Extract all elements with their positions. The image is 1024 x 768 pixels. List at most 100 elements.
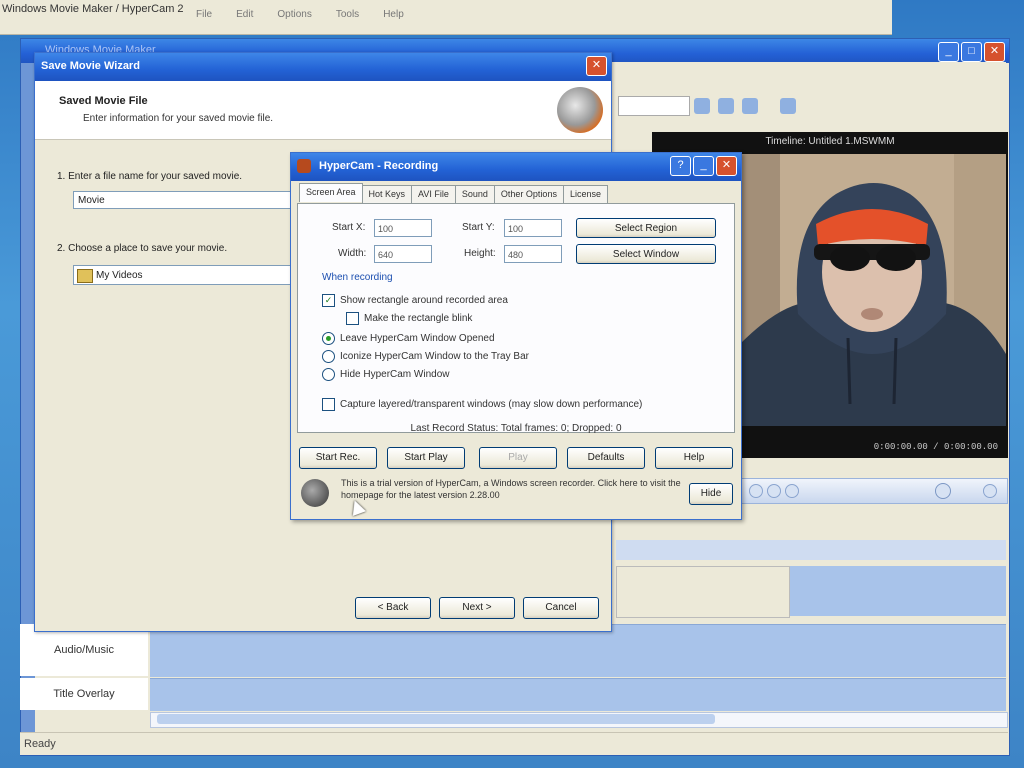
- collection-dropdown[interactable]: [618, 96, 690, 116]
- next-button[interactable]: Next >: [439, 597, 515, 619]
- timeline-track-video[interactable]: [790, 566, 1006, 616]
- tab-screen-area[interactable]: Screen Area: [299, 183, 363, 202]
- up-folder-icon[interactable]: [694, 98, 710, 114]
- back-button[interactable]: < Back: [355, 597, 431, 619]
- location-prompt: 2. Choose a place to save your movie.: [57, 243, 228, 254]
- tab-other-options[interactable]: Other Options: [493, 185, 564, 204]
- tab-sound[interactable]: Sound: [454, 185, 495, 204]
- hypercam-title: HyperCam - Recording: [319, 160, 439, 172]
- background-app-bar: Windows Movie Maker / HyperCam 2 File Ed…: [0, 0, 892, 35]
- cancel-button[interactable]: Cancel: [523, 597, 599, 619]
- height-input[interactable]: 480: [504, 245, 562, 263]
- leave-window-opened-option[interactable]: Leave HyperCam Window Opened: [322, 332, 495, 345]
- radio-icon[interactable]: [322, 368, 335, 381]
- menu-tools[interactable]: Tools: [336, 9, 359, 20]
- start-play-button[interactable]: Start Play: [387, 447, 465, 469]
- wizard-header-subtitle: Enter information for your saved movie f…: [83, 113, 274, 124]
- menu-file[interactable]: File: [196, 9, 212, 20]
- start-rec-button[interactable]: Start Rec.: [299, 447, 377, 469]
- menu-help[interactable]: Help: [383, 9, 404, 20]
- status-text: Ready: [24, 738, 56, 750]
- wizard-titlebar[interactable]: Save Movie Wizard ✕: [35, 53, 611, 81]
- wizard-close-icon[interactable]: ✕: [586, 56, 607, 76]
- trial-notice[interactable]: This is a trial version of HyperCam, a W…: [341, 477, 691, 501]
- wizard-header-title: Saved Movie File: [59, 95, 148, 107]
- fullscreen-icon[interactable]: [983, 484, 997, 498]
- capture-layered-option[interactable]: Capture layered/transparent windows (may…: [322, 398, 642, 411]
- option-label: Iconize HyperCam Window to the Tray Bar: [340, 351, 529, 362]
- hypercam-titlebar[interactable]: HyperCam - Recording ? _ ✕: [291, 153, 741, 181]
- hypercam-logo-icon: [301, 479, 329, 507]
- stop-icon[interactable]: [767, 484, 781, 498]
- screen-area-panel: Start X: 100 Start Y: 100 Width: 640 Hei…: [297, 203, 735, 433]
- last-record-status: Last Record Status: Total frames: 0; Dro…: [410, 423, 622, 434]
- close-icon[interactable]: ✕: [984, 42, 1005, 62]
- select-region-button[interactable]: Select Region: [576, 218, 716, 238]
- help-button[interactable]: Help: [655, 447, 733, 469]
- minimize-icon[interactable]: _: [938, 42, 959, 62]
- webcam-person-image: [740, 154, 1006, 426]
- scrollbar-thumb[interactable]: [157, 714, 715, 724]
- hypercam-minimize-icon[interactable]: _: [693, 156, 714, 176]
- timeline-clip[interactable]: [616, 566, 790, 618]
- hide-button[interactable]: Hide: [689, 483, 733, 505]
- hypercam-help-icon[interactable]: ?: [670, 156, 691, 176]
- hypercam-tabs: Screen Area Hot Keys AVI File Sound Othe…: [299, 183, 608, 204]
- movie-reel-icon: [557, 87, 603, 133]
- start-y-label: Start Y:: [462, 222, 495, 233]
- start-y-input[interactable]: 100: [504, 219, 562, 237]
- timeline-scrollbar[interactable]: [150, 712, 1008, 728]
- radio-icon[interactable]: [322, 350, 335, 363]
- defaults-button[interactable]: Defaults: [567, 447, 645, 469]
- iconize-tray-option[interactable]: Iconize HyperCam Window to the Tray Bar: [322, 350, 529, 363]
- seek-thumb[interactable]: [935, 483, 951, 499]
- play-icon[interactable]: [749, 484, 763, 498]
- select-window-button[interactable]: Select Window: [576, 244, 716, 264]
- preview-toolbar: [610, 62, 1006, 128]
- blink-rectangle-option[interactable]: Make the rectangle blink: [346, 312, 472, 325]
- option-label: Hide HyperCam Window: [340, 369, 450, 380]
- hypercam-app-icon: [297, 159, 311, 173]
- hide-window-option[interactable]: Hide HyperCam Window: [322, 368, 449, 381]
- status-bar: Ready: [20, 732, 1008, 755]
- hypercam-dialog: HyperCam - Recording ? _ ✕ Screen Area H…: [290, 152, 742, 520]
- maximize-icon[interactable]: □: [961, 42, 982, 62]
- view-icon[interactable]: [780, 98, 796, 114]
- start-x-input[interactable]: 100: [374, 219, 432, 237]
- seek-bar[interactable]: [740, 478, 1008, 504]
- tab-license[interactable]: License: [562, 185, 608, 204]
- location-select[interactable]: My Videos: [73, 265, 291, 285]
- background-menu-bar: File Edit Options Tools Help: [196, 9, 404, 20]
- filename-input[interactable]: Movie: [73, 191, 291, 209]
- option-label: Make the rectangle blink: [364, 313, 473, 324]
- track-title-overlay[interactable]: [150, 678, 1006, 711]
- rewind-icon[interactable]: [785, 484, 799, 498]
- menu-edit[interactable]: Edit: [236, 9, 253, 20]
- radio-icon[interactable]: [322, 332, 335, 345]
- width-label: Width:: [338, 248, 367, 259]
- track-label-title-overlay: Title Overlay: [20, 678, 148, 710]
- checkbox-icon[interactable]: [322, 398, 335, 411]
- hypercam-close-icon[interactable]: ✕: [716, 156, 737, 176]
- filename-prompt: 1. Enter a file name for your saved movi…: [57, 171, 243, 182]
- background-app-title: Windows Movie Maker / HyperCam 2: [2, 3, 184, 15]
- copy-icon[interactable]: [742, 98, 758, 114]
- wizard-title: Save Movie Wizard: [41, 60, 140, 72]
- tab-avi-file[interactable]: AVI File: [411, 185, 456, 204]
- checkbox-icon[interactable]: ✓: [322, 294, 335, 307]
- monitor-timecode: 0:00:00.00 / 0:00:00.00: [873, 442, 998, 452]
- height-label: Height:: [464, 248, 496, 259]
- show-rectangle-option[interactable]: ✓ Show rectangle around recorded area: [322, 294, 508, 307]
- monitor-title: Timeline: Untitled 1.MSWMM: [765, 136, 895, 147]
- timeline-ruler[interactable]: [616, 540, 1006, 560]
- checkbox-icon[interactable]: [346, 312, 359, 325]
- option-label: Show rectangle around recorded area: [340, 295, 508, 306]
- play-button[interactable]: Play: [479, 447, 557, 469]
- width-input[interactable]: 640: [374, 245, 432, 263]
- folder-icon: [77, 269, 93, 283]
- cut-icon[interactable]: [718, 98, 734, 114]
- option-label: Leave HyperCam Window Opened: [340, 333, 495, 344]
- wizard-header: Saved Movie File Enter information for y…: [35, 81, 611, 140]
- tab-hot-keys[interactable]: Hot Keys: [361, 185, 413, 204]
- menu-options[interactable]: Options: [277, 9, 311, 20]
